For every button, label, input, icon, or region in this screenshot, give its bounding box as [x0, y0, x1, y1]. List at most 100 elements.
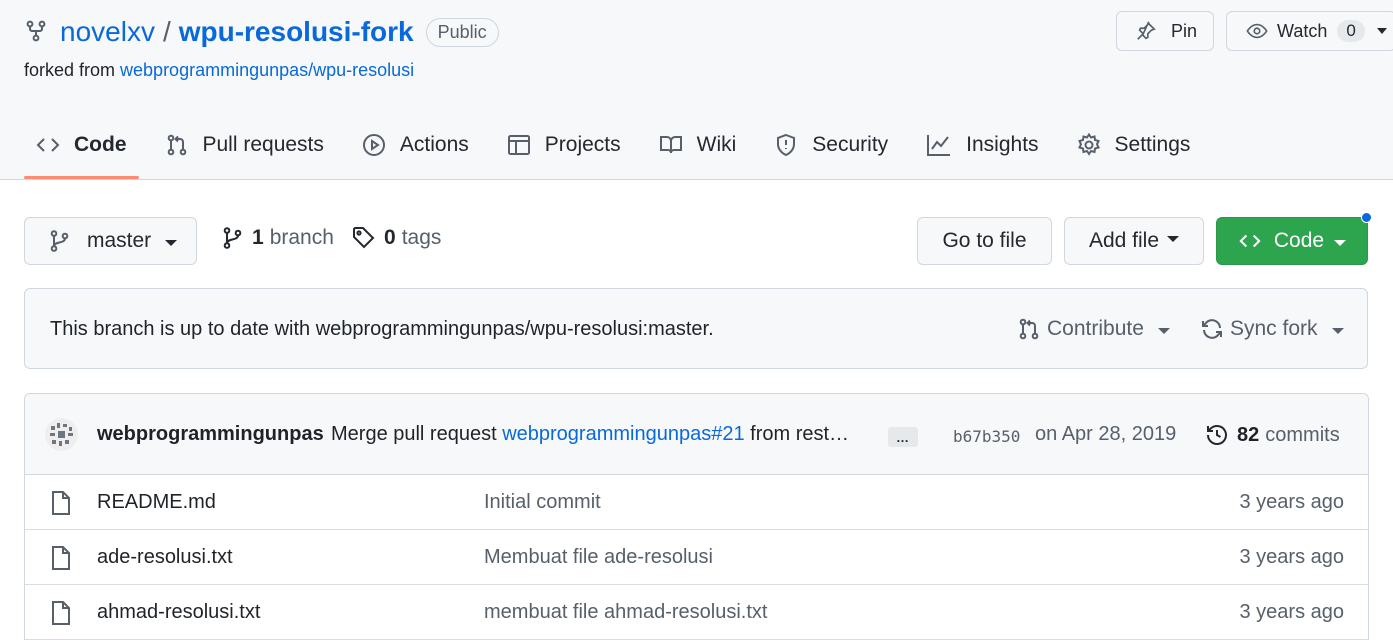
tab-label: Actions — [399, 133, 469, 156]
file-commit-message-link[interactable]: Initial commit — [484, 491, 601, 514]
chevron-down-icon — [1331, 328, 1344, 334]
tab-label: Wiki — [696, 133, 737, 156]
watch-count: 0 — [1337, 20, 1365, 42]
repo-path-separator: / — [162, 16, 171, 47]
eye-icon — [1246, 23, 1268, 39]
chevron-down-icon — [1376, 28, 1387, 34]
chevron-down-icon — [1167, 236, 1180, 242]
commit-message: Merge pull request webprogrammingunpas#2… — [331, 423, 849, 446]
tag-label: tags — [401, 226, 442, 249]
sync-fork-button[interactable]: Sync fork — [1200, 317, 1344, 341]
pin-label: Pin — [1171, 20, 1198, 41]
pull-request-icon — [167, 134, 186, 156]
tab-pull-requests[interactable]: Pull requests — [153, 112, 336, 178]
expand-commit-message-button[interactable]: … — [888, 427, 918, 447]
repo-owner-link[interactable]: novelxv — [60, 16, 155, 48]
tab-label: Code — [74, 133, 127, 156]
tab-label: Settings — [1114, 133, 1191, 156]
tab-code[interactable]: Code — [24, 112, 139, 179]
file-row[interactable]: README.md Initial commit 3 years ago — [25, 475, 1368, 530]
shield-icon — [777, 133, 796, 157]
add-file-label: Add file — [1088, 229, 1160, 252]
repo-header: novelxv / wpu-resolusi-fork Public forke… — [0, 0, 1393, 180]
latest-commit-bar: webprogrammingunpas Merge pull request w… — [25, 394, 1368, 475]
repo-name-link[interactable]: wpu-resolusi-fork — [179, 16, 414, 48]
go-to-file-label: Go to file — [942, 229, 1027, 252]
file-name-link[interactable]: README.md — [97, 491, 216, 514]
add-file-button[interactable]: Add file — [1064, 217, 1204, 265]
tab-security[interactable]: Security — [762, 112, 900, 178]
tag-count: 0 — [384, 226, 396, 249]
gear-icon — [1077, 133, 1100, 156]
repo-forked-icon — [24, 19, 48, 43]
commit-history-link[interactable]: 82 commits — [1205, 423, 1340, 447]
tag-icon — [353, 227, 375, 249]
file-name-link[interactable]: ade-resolusi.txt — [97, 546, 233, 569]
tags-link[interactable]: 0 tags — [352, 226, 441, 250]
branch-select-button[interactable]: master — [24, 217, 197, 265]
commit-count: 82 — [1237, 423, 1260, 446]
chevron-down-icon — [1157, 328, 1170, 334]
tab-projects[interactable]: Projects — [495, 112, 633, 178]
file-age: 3 years ago — [1239, 601, 1344, 623]
tab-wiki[interactable]: Wiki — [647, 112, 749, 178]
watch-button[interactable]: Watch 0 — [1226, 11, 1393, 51]
chevron-down-icon — [165, 240, 178, 246]
visibility-badge: Public — [425, 17, 499, 47]
book-icon — [659, 136, 682, 154]
sync-icon — [1202, 319, 1222, 339]
repo-tabs: Code Pull requests Actions Projects Wiki… — [24, 112, 1216, 180]
chevron-down-icon — [1334, 240, 1347, 246]
avatar[interactable] — [45, 418, 78, 451]
code-button-label: Code — [1273, 229, 1325, 252]
commit-date: on Apr 28, 2019 — [1035, 423, 1177, 445]
contribute-button[interactable]: Contribute — [1017, 317, 1170, 341]
git-branch-icon — [223, 227, 242, 249]
code-icon — [1239, 234, 1261, 248]
tab-label: Projects — [544, 133, 621, 156]
branch-status-text: This branch is up to date with webprogra… — [50, 318, 714, 340]
code-dropdown-button[interactable]: Code — [1216, 217, 1368, 265]
commit-pr-link[interactable]: webprogrammingunpas#21 — [502, 423, 744, 445]
history-icon — [1207, 425, 1227, 445]
file-list-box: webprogrammingunpas Merge pull request w… — [24, 393, 1369, 640]
sync-fork-label: Sync fork — [1230, 317, 1318, 340]
file-row[interactable]: ahmad-resolusi.txt membuat file ahmad-re… — [25, 585, 1368, 640]
file-commit-message-link[interactable]: Membuat file ade-resolusi — [484, 546, 713, 569]
notification-dot — [1361, 212, 1372, 223]
commit-sha-link[interactable]: b67b350 — [953, 427, 1020, 446]
watch-label: Watch — [1277, 20, 1328, 41]
file-icon — [50, 600, 72, 631]
graph-icon — [927, 135, 951, 156]
tab-label: Pull requests — [202, 133, 324, 156]
commit-author-link[interactable]: webprogrammingunpas — [97, 423, 324, 446]
tab-label: Insights — [966, 133, 1039, 156]
play-icon — [362, 134, 385, 156]
branch-name: master — [87, 229, 152, 252]
file-name-link[interactable]: ahmad-resolusi.txt — [97, 601, 260, 624]
forked-from-prefix: forked from — [24, 60, 121, 80]
pin-button[interactable]: Pin — [1116, 11, 1214, 51]
pin-icon — [1137, 21, 1156, 40]
file-commit-message-link[interactable]: membuat file ahmad-resolusi.txt — [484, 601, 767, 624]
forked-from-line: forked from webprogrammingunpas/wpu-reso… — [24, 60, 414, 81]
tab-label: Security — [812, 133, 889, 156]
file-age: 3 years ago — [1239, 491, 1344, 513]
file-row[interactable]: ade-resolusi.txt Membuat file ade-resolu… — [25, 530, 1368, 585]
pull-request-icon — [1019, 318, 1039, 340]
forked-from-link[interactable]: webprogrammingunpas/wpu-resolusi — [120, 60, 414, 80]
file-icon — [50, 490, 72, 521]
tab-settings[interactable]: Settings — [1065, 112, 1203, 178]
contribute-label: Contribute — [1047, 317, 1144, 340]
branch-label: branch — [269, 226, 334, 249]
tab-actions[interactable]: Actions — [350, 112, 481, 178]
branches-link[interactable]: 1 branch — [222, 226, 334, 250]
git-branch-icon — [50, 230, 69, 252]
commit-message-suffix: from rest… — [744, 423, 850, 445]
go-to-file-button[interactable]: Go to file — [917, 217, 1052, 265]
file-icon — [50, 545, 72, 576]
branch-status-box: This branch is up to date with webprogra… — [24, 288, 1368, 369]
tab-insights[interactable]: Insights — [914, 112, 1050, 178]
commit-count-label: commits — [1265, 423, 1340, 446]
repo-title: novelxv / wpu-resolusi-fork Public — [60, 13, 499, 51]
